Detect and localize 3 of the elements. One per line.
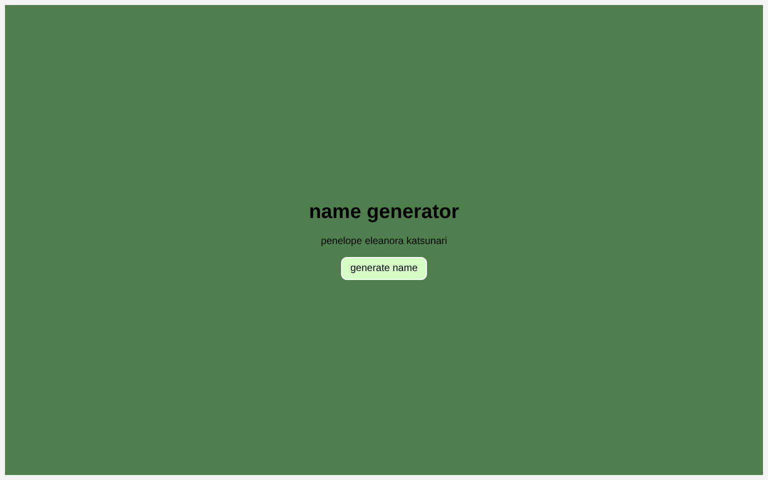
generate-name-button[interactable]: generate name — [341, 256, 427, 280]
generated-name: penelope eleanora katsunari — [320, 236, 448, 246]
page-title: name generator — [308, 200, 460, 224]
